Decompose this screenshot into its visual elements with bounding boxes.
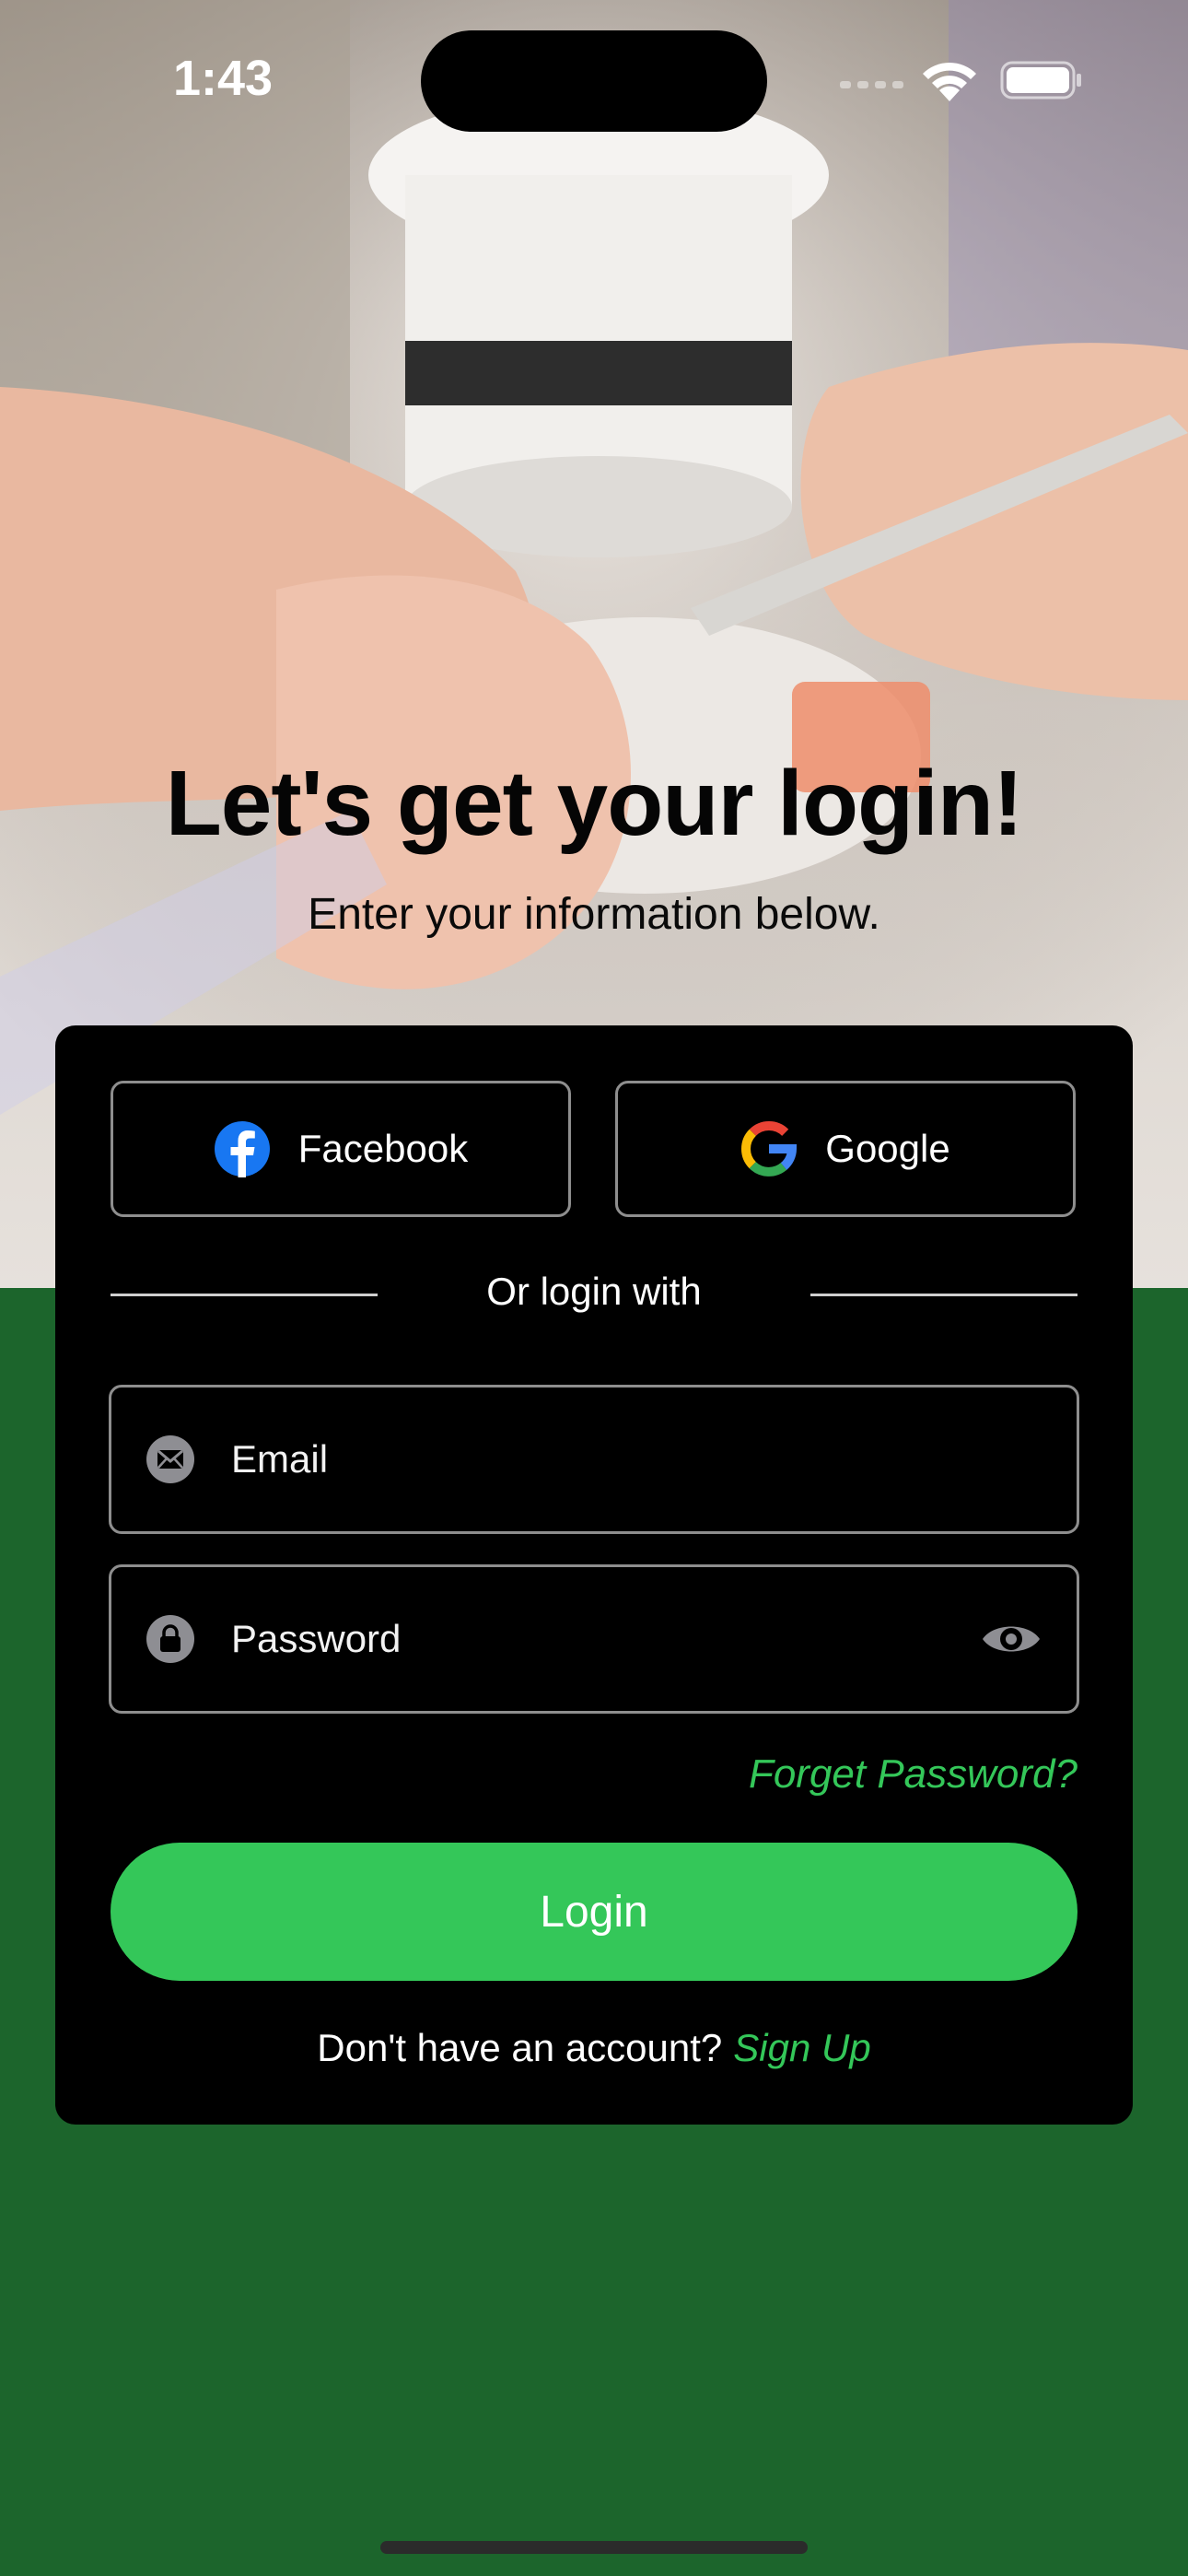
- login-button[interactable]: Login: [111, 1843, 1077, 1981]
- divider-line-right: [810, 1294, 1077, 1296]
- forgot-password-link[interactable]: Forget Password?: [749, 1751, 1077, 1797]
- google-login-button[interactable]: Google: [615, 1081, 1076, 1217]
- signup-prompt: Don't have an account?: [317, 2026, 723, 2069]
- password-field[interactable]: [109, 1564, 1079, 1714]
- page-title: Let's get your login!: [165, 752, 1024, 855]
- login-card: Facebook Google Or login with Email Forg…: [55, 1025, 1133, 2125]
- signup-link[interactable]: Sign Up: [733, 2026, 870, 2069]
- envelope-icon: [146, 1435, 194, 1483]
- google-label: Google: [825, 1127, 950, 1170]
- divider-label: Or login with: [486, 1270, 702, 1313]
- status-time: 1:43: [173, 51, 274, 106]
- email-field[interactable]: [109, 1385, 1079, 1534]
- battery-icon: [1000, 61, 1081, 100]
- page-subtitle: Enter your information below.: [308, 890, 880, 939]
- eye-icon[interactable]: [981, 1615, 1042, 1663]
- cellular-signal-icon: [840, 81, 903, 88]
- google-icon: [741, 1120, 798, 1177]
- password-input[interactable]: [231, 1604, 949, 1674]
- facebook-icon: [214, 1121, 270, 1177]
- lock-icon: [146, 1615, 194, 1663]
- wifi-icon: [923, 62, 976, 101]
- status-bar: 1:43: [0, 0, 1188, 147]
- facebook-label: Facebook: [297, 1127, 469, 1170]
- email-input[interactable]: [231, 1424, 949, 1494]
- facebook-login-button[interactable]: Facebook: [111, 1081, 571, 1217]
- signup-row: Don't have an account? Sign Up: [55, 2026, 1133, 2070]
- dynamic-island: [421, 30, 767, 132]
- home-indicator[interactable]: [380, 2541, 808, 2554]
